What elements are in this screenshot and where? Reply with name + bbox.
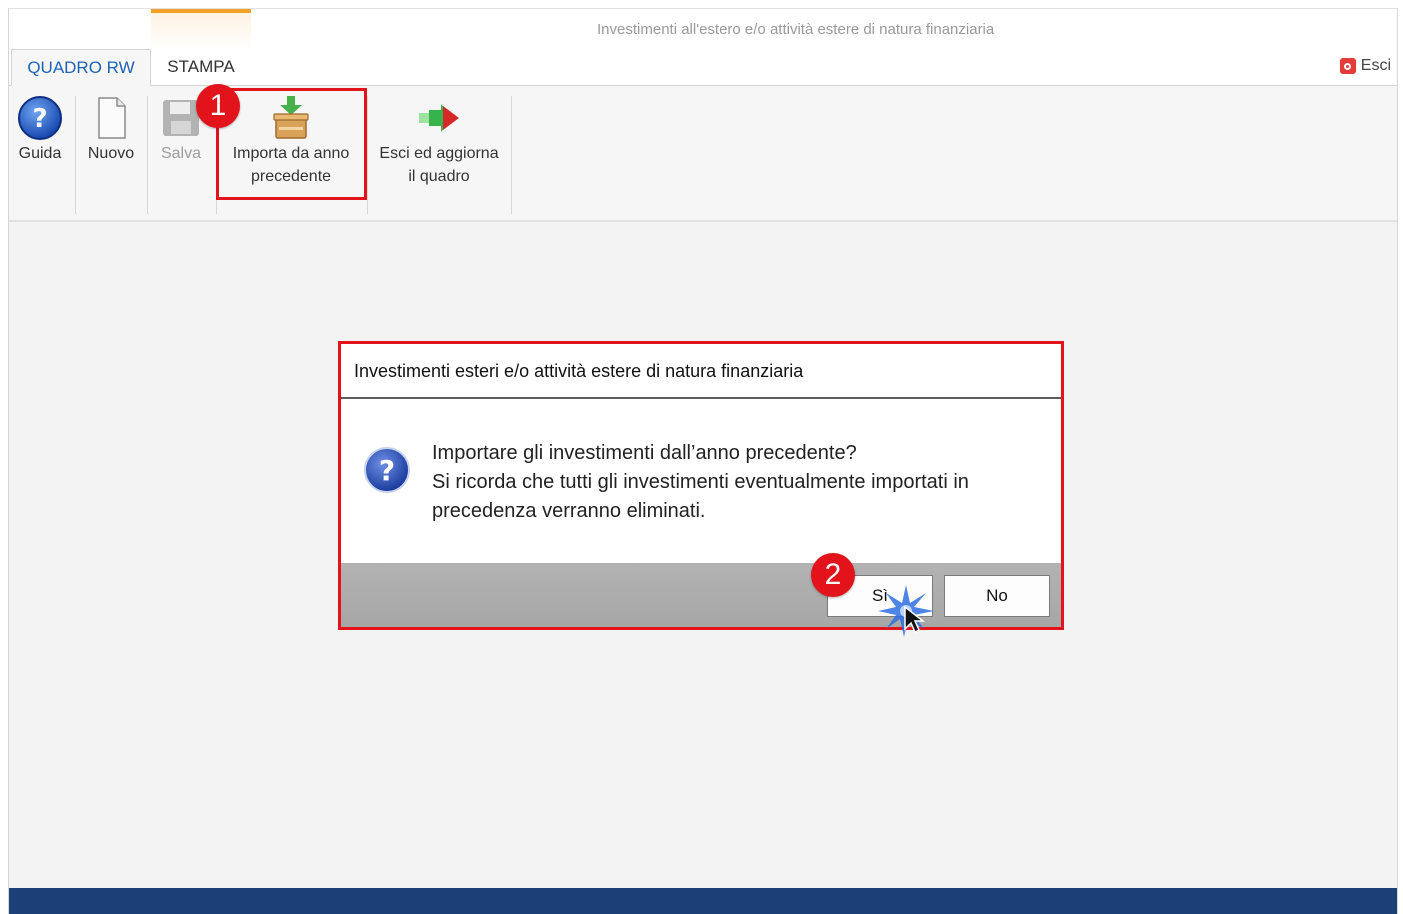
title-bar: Investimenti all'estero e/o attività est… <box>9 9 1397 53</box>
svg-text:?: ? <box>32 104 47 134</box>
new-document-icon <box>98 97 126 139</box>
ribbon-separator <box>147 96 148 214</box>
highlight-dialog <box>338 341 1064 630</box>
exit-arrow-icon <box>419 104 459 132</box>
help-label: Guida <box>18 145 62 162</box>
exit-update-label-line2: il quadro <box>408 168 470 185</box>
step-badge-1: 1 <box>196 84 240 128</box>
exit-button[interactable]: Esci <box>1339 57 1391 75</box>
tab-accent-bar <box>151 9 251 13</box>
window-title: Investimenti all'estero e/o attività est… <box>597 21 995 38</box>
new-button[interactable]: Nuovo <box>83 92 139 165</box>
tab-stampa[interactable]: STAMPA <box>151 49 251 85</box>
help-icon: ? <box>18 96 62 140</box>
step-badge-2: 2 <box>811 553 855 597</box>
save-label: Salva <box>160 145 202 162</box>
exit-label: Esci <box>1360 57 1391 74</box>
help-button[interactable]: ? Guida <box>15 92 65 165</box>
power-icon <box>1339 58 1356 74</box>
mouse-cursor-icon <box>904 605 925 634</box>
ribbon-separator <box>367 96 368 214</box>
ribbon-separator <box>511 96 512 214</box>
exit-and-update-button[interactable]: Esci ed aggiorna il quadro <box>373 92 505 188</box>
ribbon-separator <box>75 96 76 214</box>
tab-highlight <box>151 13 251 51</box>
tab-quadro-rw[interactable]: QUADRO RW <box>11 49 151 86</box>
new-label: Nuovo <box>87 145 135 162</box>
exit-update-label-line1: Esci ed aggiorna <box>379 145 499 162</box>
status-bar <box>9 888 1397 914</box>
ribbon-tabs: QUADRO RW STAMPA <box>9 49 1397 86</box>
